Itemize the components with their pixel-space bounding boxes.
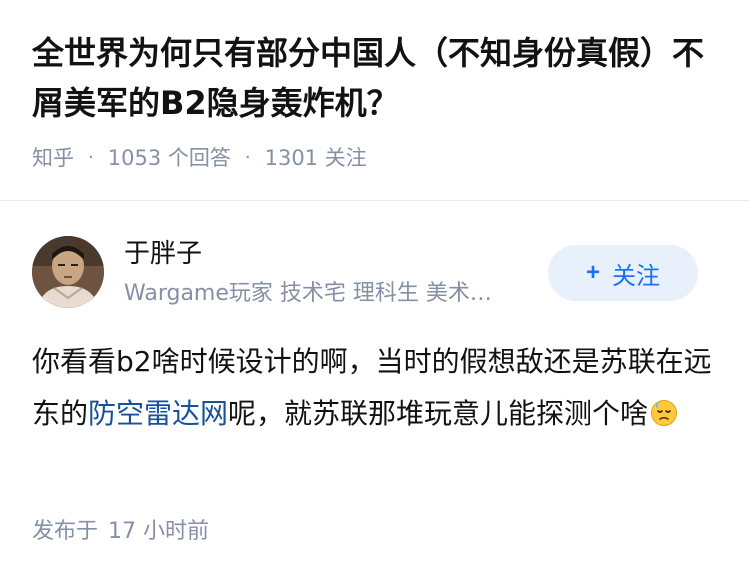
question-meta: 知乎 · 1053 个回答 · 1301 关注 <box>32 142 722 172</box>
answer-link[interactable]: 防空雷达网 <box>88 397 228 430</box>
separator-dot: · <box>244 146 251 168</box>
answers-count[interactable]: 1053 个回答 <box>108 142 231 172</box>
answer-text: 呢，就苏联那堆玩意儿能探测个啥 <box>228 397 649 430</box>
separator-dot: · <box>88 146 94 168</box>
followers-count[interactable]: 1301 关注 <box>265 142 367 172</box>
question-header: 全世界为何只有部分中国人（不知身份真假）不屑美军的B2隐身轰炸机？ 知乎 · 1… <box>32 28 722 172</box>
plus-icon: + <box>585 259 600 286</box>
answer-content[interactable]: 你看看b2啥时候设计的啊，当时的假想敌还是苏联在远东的防空雷达网呢，就苏联那堆玩… <box>32 336 722 440</box>
author-bio: Wargame玩家 技术宅 理科生 美术… <box>124 281 492 306</box>
downcast-face-with-sweat-icon <box>651 400 678 426</box>
author-name[interactable]: 于胖子 <box>124 236 202 272</box>
posted-time: 发布于 17 小时前 <box>32 516 209 548</box>
avatar-image <box>32 236 104 308</box>
posted-time-value: 17 小时前 <box>108 519 210 544</box>
follow-button[interactable]: + 关注 <box>548 245 698 301</box>
source-label[interactable]: 知乎 <box>32 142 74 172</box>
question-title[interactable]: 全世界为何只有部分中国人（不知身份真假）不屑美军的B2隐身轰炸机？ <box>32 28 722 128</box>
follow-button-label: 关注 <box>612 262 660 290</box>
avatar[interactable] <box>32 236 104 308</box>
divider <box>0 200 750 201</box>
posted-label: 发布于 <box>32 519 99 544</box>
author-row: 于胖子 Wargame玩家 技术宅 理科生 美术… + 关注 <box>32 236 720 312</box>
